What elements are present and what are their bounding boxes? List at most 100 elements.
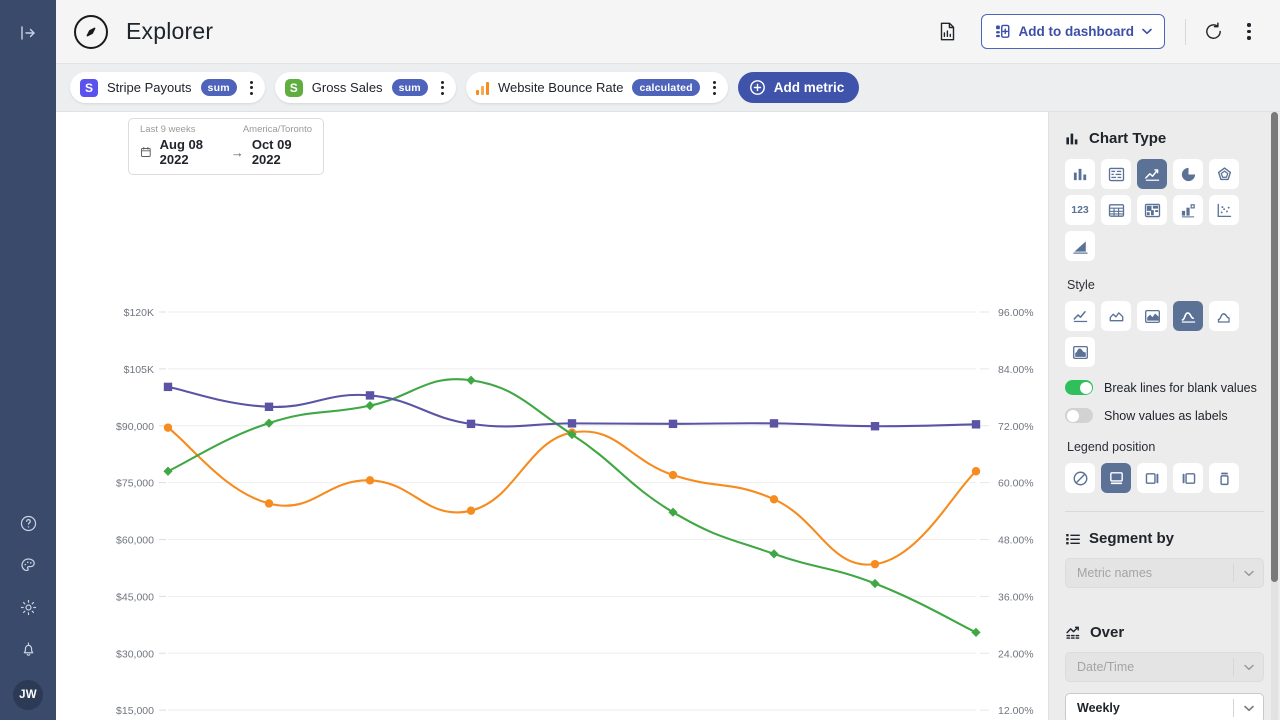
data-point[interactable] <box>769 419 779 428</box>
data-point[interactable] <box>769 495 779 504</box>
data-point[interactable] <box>870 559 880 569</box>
avatar[interactable]: JW <box>13 680 43 710</box>
number-tile-icon[interactable]: 123 <box>1065 195 1095 225</box>
segment-by-select[interactable]: Metric names <box>1065 558 1264 588</box>
toggle-show-values[interactable]: Show values as labels <box>1065 408 1264 423</box>
break-lines-toggle[interactable] <box>1065 380 1093 395</box>
shopify-logo-icon: S <box>284 78 303 97</box>
metric-chip-menu-icon[interactable] <box>709 79 720 97</box>
data-point[interactable] <box>264 402 274 411</box>
series-line-stripe-payouts[interactable] <box>166 426 978 566</box>
metric-chip-label: Website Bounce Rate <box>497 80 624 95</box>
add-metric-button[interactable]: Add metric <box>737 72 860 103</box>
report-document-icon[interactable] <box>931 15 965 49</box>
segment-by-heading: Segment by <box>1065 530 1264 547</box>
data-point[interactable] <box>668 419 678 429</box>
chevron-down-icon[interactable] <box>1233 699 1263 717</box>
chevron-down-icon[interactable] <box>1233 658 1263 676</box>
toggle-break-lines[interactable]: Break lines for blank values <box>1065 380 1264 395</box>
metric-chip-label: Stripe Payouts <box>107 80 192 95</box>
y-axis-right-tick: 84.00% <box>998 364 1034 376</box>
style-area-filled-icon[interactable] <box>1137 301 1167 331</box>
data-point[interactable] <box>466 375 476 385</box>
data-point[interactable] <box>971 467 981 476</box>
legend-bottom-icon[interactable] <box>1101 463 1131 493</box>
data-point[interactable] <box>264 499 274 508</box>
line-chart[interactable]: $0.000.00%$15,00012.00%$30,00024.00%$45,… <box>56 182 1104 720</box>
rail-bottom-group: JW <box>0 506 56 710</box>
treemap-icon[interactable] <box>1137 195 1167 225</box>
data-point[interactable] <box>971 420 981 429</box>
legend-right-icon[interactable] <box>1137 463 1167 493</box>
metric-chip-label: Gross Sales <box>311 80 383 95</box>
plus-circle-icon <box>749 80 765 95</box>
metric-chip-menu-icon[interactable] <box>437 79 448 97</box>
data-point[interactable] <box>466 419 476 429</box>
data-point[interactable] <box>567 419 577 428</box>
funnel-chart-icon[interactable] <box>1173 195 1203 225</box>
data-point[interactable] <box>971 627 981 637</box>
bell-icon[interactable] <box>11 632 45 666</box>
legend-none-icon[interactable] <box>1065 463 1095 493</box>
y-axis-right-tick: 12.00% <box>998 705 1034 717</box>
legend-top-icon[interactable] <box>1209 463 1239 493</box>
table-icon[interactable] <box>1101 195 1131 225</box>
data-point[interactable] <box>163 423 173 432</box>
data-point[interactable] <box>163 382 173 392</box>
style-line-icon[interactable] <box>1065 301 1095 331</box>
y-axis-right-tick: 36.00% <box>998 591 1034 603</box>
metric-chip-website-bounce-rate[interactable]: Website Bounce Rate calculated <box>465 72 728 103</box>
style-smooth-line-icon[interactable] <box>1173 301 1203 331</box>
style-area-outline-icon[interactable] <box>1101 301 1131 331</box>
data-point[interactable] <box>870 422 880 431</box>
panel-scrollbar[interactable] <box>1271 112 1278 720</box>
date-range-picker[interactable]: Last 9 weeks America/Toronto Aug 08 2022… <box>128 118 324 175</box>
bar-chart-icon <box>1066 133 1078 144</box>
data-point[interactable] <box>466 506 476 515</box>
data-point[interactable] <box>163 466 173 476</box>
style-smooth-outline-icon[interactable] <box>1209 301 1239 331</box>
data-point[interactable] <box>264 418 274 428</box>
metric-chip-gross-sales[interactable]: S Gross Sales sum <box>274 72 456 103</box>
body: Last 9 weeks America/Toronto Aug 08 2022… <box>56 112 1280 720</box>
gear-icon[interactable] <box>11 590 45 624</box>
data-point[interactable] <box>668 470 678 480</box>
radar-chart-icon[interactable] <box>1209 159 1239 189</box>
expand-panel-icon[interactable] <box>11 16 45 50</box>
help-icon[interactable] <box>11 506 45 540</box>
metric-chip-menu-icon[interactable] <box>246 79 257 97</box>
kebab-menu-icon[interactable] <box>1232 15 1266 49</box>
break-lines-label: Break lines for blank values <box>1104 380 1257 395</box>
metric-chip-tag: sum <box>200 79 237 96</box>
y-axis-left-tick: $75,000 <box>116 478 154 490</box>
compass-icon <box>74 14 108 49</box>
y-axis-left-tick: $60,000 <box>116 535 154 547</box>
undo-icon[interactable] <box>1196 15 1230 49</box>
palette-icon[interactable] <box>11 548 45 582</box>
style-smooth-filled-icon[interactable] <box>1065 337 1095 367</box>
data-point[interactable] <box>769 549 779 559</box>
data-point[interactable] <box>365 476 375 485</box>
add-to-dashboard-button[interactable]: Add to dashboard <box>980 14 1165 49</box>
data-point[interactable] <box>365 391 375 400</box>
chart-type-heading: Chart Type <box>1065 130 1264 147</box>
metric-chip-stripe-payouts[interactable]: S Stripe Payouts sum <box>70 72 265 103</box>
growth-chart-icon[interactable] <box>1065 231 1095 261</box>
legend-left-icon[interactable] <box>1173 463 1203 493</box>
over-datetime-select[interactable]: Date/Time <box>1065 652 1264 682</box>
pie-chart-icon[interactable] <box>1173 159 1203 189</box>
dashboard-add-icon <box>995 24 1009 38</box>
chevron-down-icon[interactable] <box>1233 564 1263 582</box>
data-point[interactable] <box>365 401 375 411</box>
column-chart-icon[interactable] <box>1065 159 1095 189</box>
scatter-chart-icon[interactable] <box>1209 195 1239 225</box>
show-values-toggle[interactable] <box>1065 408 1093 423</box>
main-column: Explorer Add to dashboard S Stripe Payou… <box>56 0 1280 720</box>
granularity-value: Weekly <box>1077 701 1120 715</box>
rail-expand-button[interactable] <box>11 16 45 50</box>
detail-table-icon[interactable] <box>1101 159 1131 189</box>
line-chart-icon[interactable] <box>1137 159 1167 189</box>
data-point[interactable] <box>668 507 678 517</box>
granularity-select[interactable]: Weekly <box>1065 693 1264 720</box>
data-point[interactable] <box>870 578 880 589</box>
